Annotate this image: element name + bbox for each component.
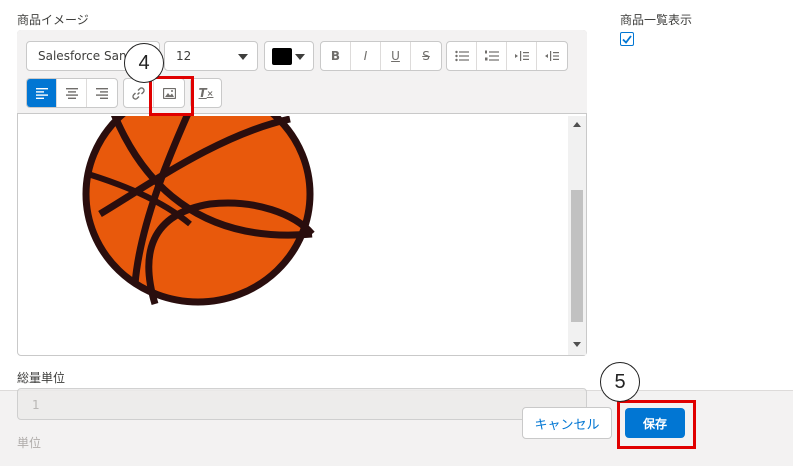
clear-formatting-icon: T × <box>198 86 214 100</box>
scrollbar-thumb[interactable] <box>571 190 583 322</box>
bullet-list-icon[interactable] <box>447 42 477 70</box>
scroll-up-icon[interactable] <box>573 122 581 127</box>
outdent-icon[interactable] <box>537 42 567 70</box>
cancel-button-label: キャンセル <box>534 417 600 433</box>
display-in-list-checkbox[interactable] <box>620 32 634 46</box>
strikethrough-icon[interactable]: S <box>411 42 441 70</box>
italic-icon[interactable]: I <box>351 42 381 70</box>
cancel-button[interactable]: キャンセル <box>522 407 612 439</box>
clear-formatting-button[interactable]: T × <box>190 78 222 108</box>
unit-label: 単位 <box>17 436 42 450</box>
product-image-label: 商品イメージ <box>17 13 89 27</box>
checkmark-icon <box>622 34 632 44</box>
callout-step-4-number: 4 <box>138 51 150 74</box>
total-unit-value: 1 <box>32 398 40 412</box>
numbered-list-icon[interactable] <box>477 42 507 70</box>
text-color-picker[interactable] <box>264 41 314 71</box>
save-button-label: 保存 <box>642 416 667 431</box>
bold-icon[interactable]: B <box>321 42 351 70</box>
indent-icon[interactable] <box>507 42 537 70</box>
total-unit-input[interactable]: 1 <box>17 388 587 420</box>
font-family-value: Salesforce Sans <box>38 49 133 63</box>
list-indent-group <box>446 41 568 71</box>
callout-step-5-number: 5 <box>614 370 626 393</box>
alignment-group <box>26 78 118 108</box>
save-button[interactable]: 保存 <box>625 408 685 438</box>
chevron-down-icon <box>238 54 248 60</box>
total-unit-label: 総量単位 <box>17 371 66 385</box>
align-right-icon[interactable] <box>87 79 117 107</box>
scroll-down-icon[interactable] <box>573 342 581 347</box>
callout-step-4: 4 <box>124 43 164 83</box>
callout-step-5: 5 <box>600 362 640 402</box>
highlight-image-button <box>149 76 194 116</box>
basketball-image <box>82 116 315 306</box>
text-style-group: B I U S <box>320 41 442 71</box>
color-swatch <box>272 48 292 65</box>
chevron-down-icon <box>295 54 305 60</box>
align-left-icon[interactable] <box>27 79 57 107</box>
align-center-icon[interactable] <box>57 79 87 107</box>
display-in-list-label: 商品一覧表示 <box>620 13 693 27</box>
font-size-value: 12 <box>176 49 192 63</box>
underline-icon[interactable]: U <box>381 42 411 70</box>
